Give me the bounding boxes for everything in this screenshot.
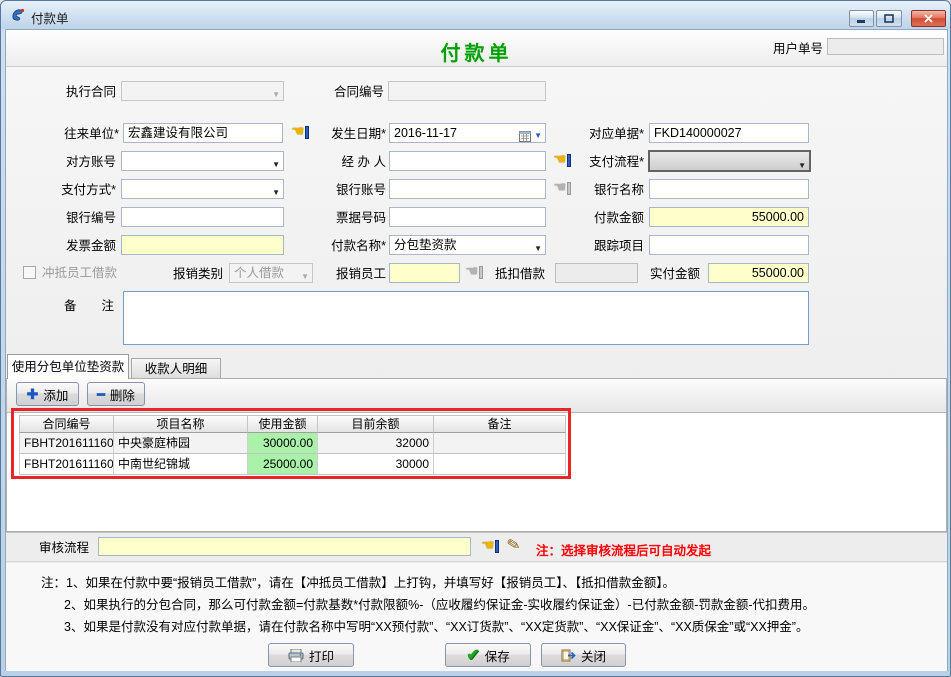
bank-code-label: 银行编号 — [21, 210, 116, 226]
occur-date-label: 发生日期* — [306, 126, 386, 142]
approval-note: 注：选择审核流程后可自动发起 — [536, 540, 711, 559]
contract-no-field — [388, 81, 546, 101]
other-account-label: 对方账号 — [21, 154, 116, 170]
exec-contract-label: 执行合同 — [21, 84, 116, 100]
note-line-2: 2、如果执行的分包合同，那么可付款金额=付款基数*付款限额%-（应收履约保证金-… — [64, 594, 815, 613]
actual-amount-label: 实付金额 — [616, 266, 700, 282]
pay-flow-label: 支付流程* — [561, 154, 644, 170]
remark-textarea[interactable] — [123, 291, 809, 345]
add-row-button[interactable]: ✚添加 — [16, 382, 79, 406]
window-title: 付款单 — [31, 8, 69, 27]
printer-icon — [288, 649, 304, 662]
occur-date-field[interactable]: 2016-11-17 ▼ — [389, 123, 546, 143]
titlebar: 付款单 — [1, 1, 950, 29]
chevron-down-icon: ▼ — [534, 127, 542, 143]
offset-loan-label: 冲抵员工借款 — [42, 265, 137, 281]
handler-field[interactable] — [389, 151, 546, 171]
deduct-loan-label: 抵扣借款 — [471, 266, 545, 282]
minimize-button[interactable] — [849, 10, 874, 27]
note-line-3: 3、如果是付款没有对应付款单据，请在付款名称中写明“XX预付款”、“XX订货款”… — [64, 616, 808, 635]
bank-name-field[interactable] — [649, 179, 809, 199]
pay-method-label: 支付方式* — [21, 182, 116, 198]
calendar-icon[interactable]: ▼ — [519, 127, 542, 143]
pay-flow-select[interactable]: ▼ — [648, 150, 811, 172]
close-form-button[interactable]: 关闭 — [541, 643, 626, 667]
track-project-field[interactable] — [649, 235, 809, 255]
annotation-highlight-box — [11, 408, 571, 479]
expense-employee-field[interactable] — [389, 263, 460, 283]
offset-loan-checkbox — [23, 266, 36, 279]
bank-account-label: 银行账号 — [306, 182, 386, 198]
pay-method-select[interactable]: ▼ — [121, 179, 284, 199]
close-button[interactable] — [911, 10, 946, 27]
check-icon: ✔ — [466, 645, 479, 665]
bank-name-label: 银行名称 — [561, 182, 644, 198]
expense-employee-label: 报销员工 — [306, 266, 386, 282]
expense-type-label: 报销类别 — [151, 266, 223, 282]
exec-contract-select: ▼ — [121, 81, 284, 101]
pay-name-select[interactable]: 分包垫资款▼ — [389, 235, 546, 255]
print-button[interactable]: 打印 — [268, 643, 354, 667]
counterparty-field[interactable]: 宏鑫建设有限公司 — [123, 123, 283, 143]
tab-subcontract-advance[interactable]: 使用分包单位垫资款 — [7, 354, 129, 379]
chevron-down-icon: ▼ — [272, 86, 280, 101]
pay-amount-label: 付款金额 — [561, 210, 644, 226]
chevron-down-icon: ▼ — [534, 240, 542, 255]
ref-doc-label: 对应单据* — [561, 126, 644, 142]
counterparty-label: 往来单位* — [21, 126, 119, 142]
contract-no-label: 合同编号 — [306, 84, 384, 100]
user-no-field — [827, 38, 944, 55]
exit-door-icon — [561, 649, 576, 662]
chevron-down-icon: ▼ — [272, 156, 280, 171]
pay-name-label: 付款名称* — [306, 238, 386, 254]
bank-code-field[interactable] — [121, 207, 284, 227]
payment-order-window: 付款单 付款单 用户单号 执行合同 ▼ 合同编号 往来单位* 宏鑫建设有限公司 … — [0, 0, 951, 677]
track-project-label: 跟踪项目 — [561, 238, 644, 254]
other-account-select[interactable]: ▼ — [121, 151, 284, 171]
ref-doc-field[interactable]: FKD140000027 — [649, 123, 809, 143]
minimize-icon — [857, 14, 866, 23]
chevron-down-icon: ▼ — [798, 157, 806, 172]
tab-payee-detail[interactable]: 收款人明细 — [131, 358, 221, 379]
note-line-1: 注：1、如果在付款中要“报销员工借款”，请在【冲抵员工借款】上打钩，并填写好【报… — [41, 572, 675, 591]
bill-no-field[interactable] — [389, 207, 546, 227]
close-icon — [924, 14, 933, 23]
approval-lookup-hand-icon[interactable]: ☚ — [481, 539, 499, 555]
restore-icon — [884, 14, 894, 23]
remark-label: 备 注 — [64, 298, 119, 314]
bank-account-field[interactable] — [389, 179, 546, 199]
actual-amount-field[interactable]: 55000.00 — [708, 263, 809, 283]
minus-icon: ━ — [97, 388, 105, 401]
plus-icon: ✚ — [27, 387, 39, 401]
bill-no-label: 票据号码 — [306, 210, 386, 226]
pay-amount-field[interactable]: 55000.00 — [649, 207, 809, 227]
invoice-amount-label: 发票金额 — [21, 238, 116, 254]
handler-label: 经 办 人 — [306, 154, 386, 170]
delete-row-button[interactable]: ━删除 — [87, 382, 145, 406]
user-no-label: 用户单号 — [743, 41, 823, 57]
approval-flow-label: 审核流程 — [39, 540, 94, 556]
chevron-down-icon: ▼ — [272, 184, 280, 199]
invoice-amount-field[interactable] — [121, 235, 284, 255]
save-button[interactable]: ✔ 保存 — [445, 643, 531, 667]
approval-flow-field[interactable] — [98, 537, 471, 556]
expense-type-select: 个人借款▼ — [229, 263, 313, 283]
maximize-button[interactable] — [876, 10, 902, 27]
app-icon — [10, 7, 26, 23]
